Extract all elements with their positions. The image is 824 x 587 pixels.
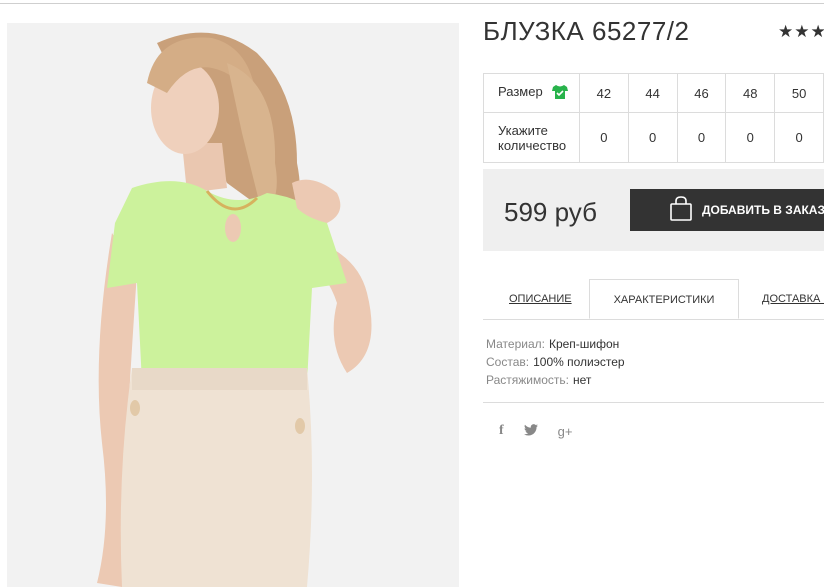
characteristics-list: Материал: Креп-шифон Состав: 100% полиэсте… xyxy=(486,335,625,389)
spec-key: Растяжимость: xyxy=(486,373,570,387)
shopping-bag-icon xyxy=(668,195,694,225)
quantity-row: Укажите количество 0 0 0 0 0 xyxy=(483,112,824,163)
size-cell[interactable]: 48 xyxy=(725,73,776,113)
size-label: Размер xyxy=(498,84,543,100)
size-cell[interactable]: 46 xyxy=(676,73,727,113)
spec-row-material: Материал: Креп-шифон xyxy=(486,335,625,353)
tab-description[interactable]: ОПИСАНИЕ xyxy=(509,279,572,319)
tab-delivery[interactable]: ДОСТАВКА И xyxy=(762,279,824,319)
spec-value: нет xyxy=(573,373,592,387)
quantity-input[interactable]: 0 xyxy=(774,112,824,163)
social-share: f g+ xyxy=(499,423,573,439)
price-panel: 599 руб ДОБАВИТЬ В ЗАКАЗ xyxy=(483,169,824,251)
spec-row-composition: Состав: 100% полиэстер xyxy=(486,353,625,371)
price: 599 руб xyxy=(504,197,597,227)
size-row: Размер 42 44 46 48 50 xyxy=(483,73,824,113)
quantity-label-line1: Укажите xyxy=(498,122,548,138)
quantity-input[interactable]: 0 xyxy=(725,112,776,163)
spec-key: Состав: xyxy=(486,355,530,369)
tab-characteristics[interactable]: ХАРАКТЕРИСТИКИ xyxy=(589,279,739,319)
quantity-label-cell: Укажите количество xyxy=(483,112,580,163)
add-to-order-button[interactable]: ДОБАВИТЬ В ЗАКАЗ xyxy=(630,189,824,231)
size-cell[interactable]: 44 xyxy=(627,73,678,113)
size-table: Размер 42 44 46 48 50 Укажите количество… xyxy=(483,73,824,163)
product-tabs: ОПИСАНИЕ ХАРАКТЕРИСТИКИ ДОСТАВКА И xyxy=(483,279,824,320)
size-chart-icon[interactable] xyxy=(552,84,569,102)
section-divider xyxy=(483,402,824,403)
product-photo[interactable] xyxy=(7,23,459,587)
size-cell[interactable]: 50 xyxy=(774,73,824,113)
quantity-input[interactable]: 0 xyxy=(676,112,727,163)
size-label-cell: Размер xyxy=(483,73,580,113)
spec-key: Материал: xyxy=(486,337,545,351)
google-plus-icon[interactable]: g+ xyxy=(558,424,573,439)
rating-stars[interactable]: ★★★ xyxy=(778,22,824,42)
facebook-icon[interactable]: f xyxy=(499,423,504,439)
size-cell[interactable]: 42 xyxy=(578,73,629,113)
twitter-icon[interactable] xyxy=(523,423,538,439)
model-illustration xyxy=(7,23,459,587)
quantity-input[interactable]: 0 xyxy=(578,112,629,163)
top-divider xyxy=(0,3,824,4)
spec-value: Креп-шифон xyxy=(548,337,620,351)
spec-value: 100% полиэстер xyxy=(533,355,625,369)
quantity-input[interactable]: 0 xyxy=(627,112,678,163)
spec-row-stretch: Растяжимость: нет xyxy=(486,371,625,389)
quantity-label-line2: количество xyxy=(498,137,567,153)
product-title: БЛУЗКА 65277/2 xyxy=(483,16,690,46)
add-to-order-label: ДОБАВИТЬ В ЗАКАЗ xyxy=(702,203,824,217)
